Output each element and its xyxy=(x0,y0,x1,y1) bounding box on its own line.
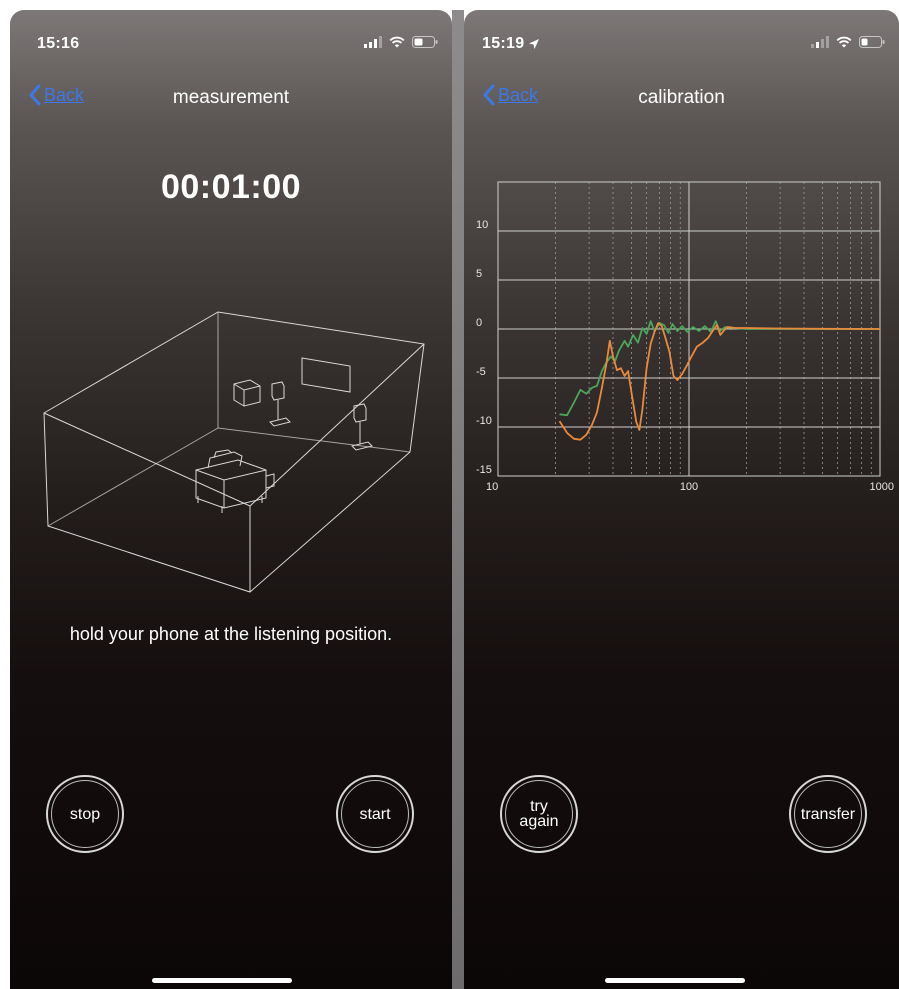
try-again-button-label: try again xyxy=(519,798,559,830)
y-tick-label: 0 xyxy=(476,317,482,329)
nav-title: measurement xyxy=(172,87,290,108)
y-tick-label: 15 xyxy=(476,180,488,182)
wifi-icon xyxy=(389,36,405,48)
location-arrow-icon xyxy=(529,38,540,49)
calibration-screen: 15:19 Back calibration 151050-5-10-15101… xyxy=(464,10,899,989)
start-button-label: start xyxy=(359,805,391,823)
status-time-text: 15:19 xyxy=(482,35,525,52)
home-indicator[interactable] xyxy=(152,978,292,983)
instruction-text: hold your phone at the listening positio… xyxy=(69,624,393,644)
screenshot-divider xyxy=(452,10,464,989)
cellular-signal-icon xyxy=(811,36,829,48)
countdown-timer: 00:01:00 xyxy=(160,168,302,206)
stop-button[interactable]: stop xyxy=(46,775,124,853)
x-tick-label: 10 xyxy=(486,481,498,493)
status-time: 15:16 xyxy=(37,35,80,52)
room-speaker-diagram xyxy=(43,311,425,593)
transfer-button-label: transfer xyxy=(800,805,856,823)
stop-button-label: stop xyxy=(69,805,101,823)
y-tick-label: 10 xyxy=(476,219,488,231)
transfer-button[interactable]: transfer xyxy=(789,775,867,853)
y-tick-label: -15 xyxy=(476,464,492,476)
x-tick-label: 1000 xyxy=(870,481,894,493)
y-tick-label: -5 xyxy=(476,366,486,378)
y-tick-label: -10 xyxy=(476,415,492,427)
series-line-2 xyxy=(558,322,881,441)
battery-icon xyxy=(412,36,438,48)
try-again-button[interactable]: try again xyxy=(500,775,578,853)
nav-title: calibration xyxy=(638,87,725,108)
measurement-screen: 15:16 Back measurement 00:01:00 hold you… xyxy=(10,10,452,989)
home-indicator[interactable] xyxy=(605,978,745,983)
status-time: 15:19 xyxy=(482,35,540,53)
wifi-icon xyxy=(836,36,852,48)
frequency-response-svg: 15 10 5 0 -5 -10 -15 10 100 1000 xyxy=(476,170,894,493)
start-button[interactable]: start xyxy=(336,775,414,853)
cellular-signal-icon xyxy=(364,36,382,48)
status-icons xyxy=(364,36,438,48)
y-tick-label: 5 xyxy=(476,268,482,280)
status-icons xyxy=(811,36,885,48)
battery-icon xyxy=(859,36,885,48)
frequency-response-chart: 15 10 5 0 -5 -10 -15 10 100 1000 xyxy=(464,170,899,505)
x-tick-label: 100 xyxy=(680,481,698,493)
